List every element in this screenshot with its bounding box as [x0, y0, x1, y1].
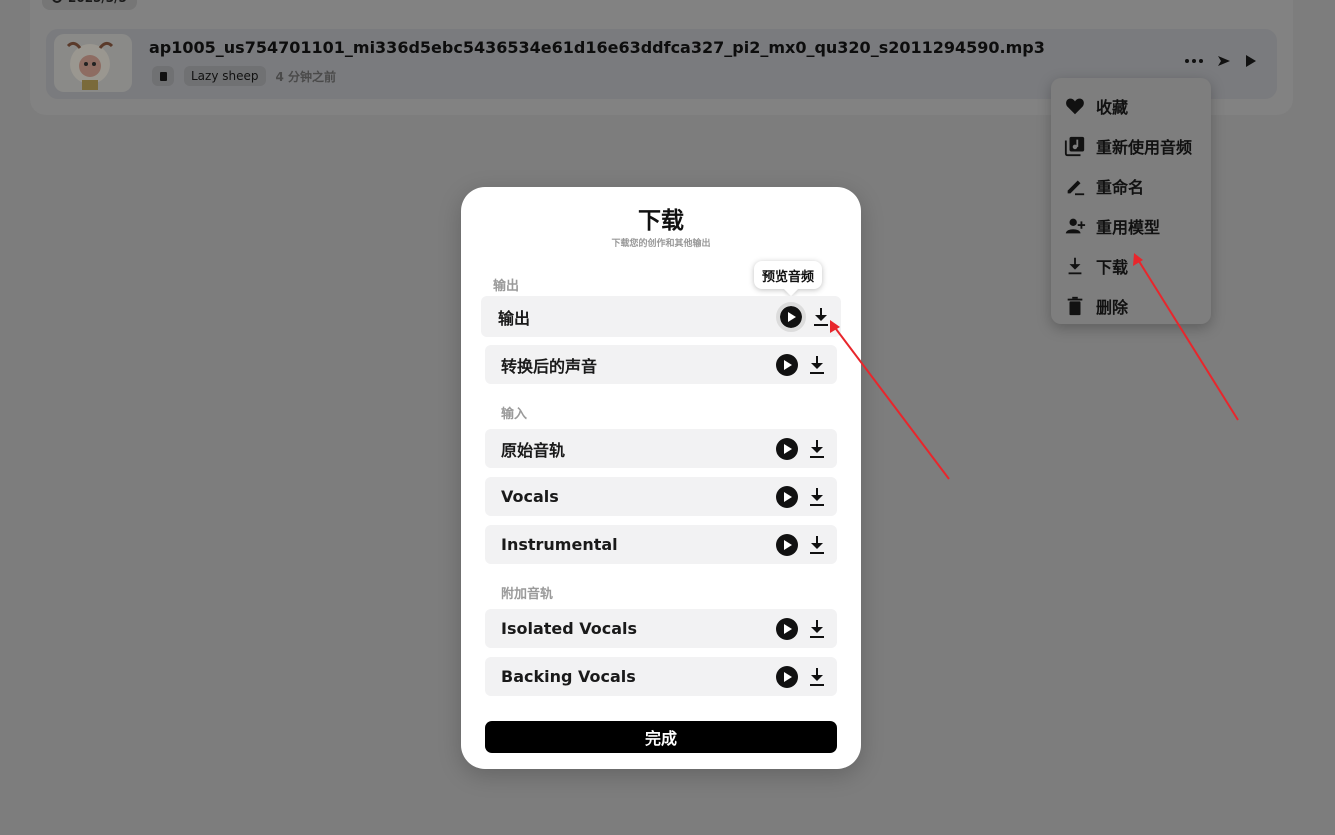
date-chip: 2025/3/5 [42, 0, 137, 10]
preview-play-button[interactable] [776, 301, 806, 332]
preview-play-button[interactable] [776, 665, 798, 688]
download-icon[interactable] [808, 535, 826, 555]
download-icon[interactable] [808, 439, 826, 459]
menu-item-download[interactable]: 下载 [1051, 246, 1211, 286]
sheep-avatar-icon [66, 41, 114, 90]
menu-item-reuse-audio[interactable]: 重新使用音频 [1051, 126, 1211, 166]
trash-icon [1067, 296, 1083, 316]
download-row: Backing Vocals [485, 657, 837, 696]
modal-subtitle: 下载您的创作和其他输出 [611, 239, 711, 249]
download-icon[interactable] [808, 667, 826, 687]
heart-icon [1066, 98, 1084, 115]
more-options-icon[interactable] [1185, 59, 1203, 63]
preview-play-button[interactable] [776, 533, 798, 556]
download-row: Instrumental [485, 525, 837, 564]
file-icon [152, 66, 174, 86]
download-modal: 下载 下载您的创作和其他输出 输出 预览音频 输出 转换后的声音 输入 原始音轨… [461, 187, 861, 769]
track-title[interactable]: ap1005_us754701101_mi336d5ebc5436534e61d… [149, 38, 1045, 57]
download-icon[interactable] [808, 355, 826, 375]
section-label-output: 输出 [493, 279, 520, 294]
play-icon[interactable] [1245, 54, 1257, 68]
preview-play-button[interactable] [776, 437, 798, 460]
section-label-input: 输入 [501, 407, 528, 422]
time-ago: 4 分钟之前 [275, 69, 337, 84]
menu-item-delete[interactable]: 删除 [1051, 286, 1211, 326]
download-icon [1068, 257, 1082, 275]
send-icon[interactable] [1217, 55, 1231, 67]
preview-play-button[interactable] [776, 617, 798, 640]
music-library-icon [1064, 136, 1085, 157]
download-row: 原始音轨 [485, 429, 837, 468]
clock-icon [52, 0, 62, 3]
context-menu: 收藏 重新使用音频 重命名 重用模型 下载 删除 [1051, 78, 1211, 324]
date-label: 2025/3/5 [68, 0, 127, 5]
menu-item-rename[interactable]: 重命名 [1051, 166, 1211, 206]
modal-title: 下载 [638, 208, 684, 234]
download-row: 输出 [481, 296, 841, 337]
download-row: 转换后的声音 [485, 345, 837, 384]
track-actions [1185, 54, 1257, 68]
menu-item-reuse-model[interactable]: 重用模型 [1051, 206, 1211, 246]
preview-tooltip: 预览音频 [754, 261, 823, 289]
preview-play-button[interactable] [776, 353, 798, 376]
download-icon[interactable] [808, 487, 826, 507]
person-add-icon [1065, 218, 1086, 234]
menu-item-favorite[interactable]: 收藏 [1051, 86, 1211, 126]
download-icon[interactable] [812, 307, 830, 327]
download-row: Isolated Vocals [485, 609, 837, 648]
download-icon[interactable] [808, 619, 826, 639]
pencil-icon [1067, 180, 1085, 196]
download-row: Vocals [485, 477, 837, 516]
done-button[interactable]: 完成 [485, 721, 837, 753]
section-label-extra: 附加音轨 [501, 587, 554, 602]
track-meta: Lazy sheep 4 分钟之前 [152, 66, 336, 86]
artist-chip[interactable]: Lazy sheep [184, 66, 266, 86]
preview-play-button[interactable] [776, 485, 798, 508]
track-thumbnail [54, 34, 132, 92]
